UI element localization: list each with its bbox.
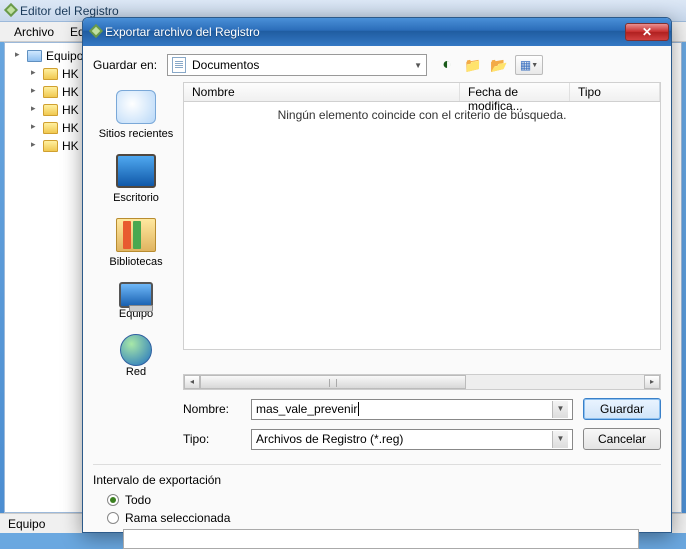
- radio-all[interactable]: Todo: [107, 493, 661, 507]
- libraries-icon: [116, 218, 156, 252]
- savein-combo[interactable]: Documentos ▼: [167, 54, 427, 76]
- list-body[interactable]: Ningún elemento coincide con el criterio…: [183, 102, 661, 350]
- savein-value: Documentos: [192, 58, 259, 72]
- folder-icon: [43, 68, 58, 80]
- documents-icon: [172, 57, 186, 73]
- branch-path-input[interactable]: [123, 529, 639, 549]
- list-header: Nombre Fecha de modifica... Tipo: [183, 82, 661, 102]
- filename-label: Nombre:: [183, 402, 251, 416]
- place-label: Sitios recientes: [93, 128, 179, 140]
- tree-item-label: HK: [62, 85, 79, 99]
- desktop-icon: [116, 154, 156, 188]
- dropdown-arrow-icon[interactable]: ▼: [414, 61, 422, 70]
- recent-sites-icon: [116, 90, 156, 124]
- back-button[interactable]: ◐: [437, 55, 457, 75]
- save-button[interactable]: Guardar: [583, 398, 661, 420]
- new-folder-button[interactable]: 📂: [489, 55, 509, 75]
- filetype-label: Tipo:: [183, 432, 251, 446]
- radio-all-label: Todo: [125, 493, 151, 507]
- tree-item-label: HK: [62, 139, 79, 153]
- col-header-date[interactable]: Fecha de modifica...: [460, 83, 570, 101]
- dialog-titlebar[interactable]: Exportar archivo del Registro ✕: [83, 18, 671, 46]
- cancel-button[interactable]: Cancelar: [583, 428, 661, 450]
- tree-root-label: Equipo: [46, 49, 83, 63]
- empty-message: Ningún elemento coincide con el criterio…: [278, 108, 567, 122]
- radio-icon[interactable]: [107, 494, 119, 506]
- col-header-name[interactable]: Nombre: [184, 83, 460, 101]
- regedit-icon: [4, 3, 20, 19]
- dropdown-arrow-icon[interactable]: ▼: [552, 401, 568, 418]
- filetype-value: Archivos de Registro (*.reg): [256, 432, 403, 446]
- export-range-label: Intervalo de exportación: [93, 473, 661, 487]
- chevron-right-icon[interactable]: [31, 123, 41, 133]
- col-header-type[interactable]: Tipo: [570, 83, 660, 101]
- tree-item-label: HK: [62, 67, 79, 81]
- menu-file[interactable]: Archivo: [6, 22, 62, 42]
- radio-branch-label: Rama seleccionada: [125, 511, 230, 525]
- filename-input[interactable]: mas_vale_prevenir ▼: [251, 399, 573, 420]
- filename-value: mas_vale_prevenir: [256, 402, 359, 416]
- folder-up-icon: 📁: [464, 57, 481, 74]
- place-computer[interactable]: Equipo: [93, 282, 179, 320]
- scroll-thumb[interactable]: [200, 375, 466, 389]
- place-label: Escritorio: [93, 192, 179, 204]
- place-label: Bibliotecas: [93, 256, 179, 268]
- export-dialog: Exportar archivo del Registro ✕ Guardar …: [82, 17, 672, 533]
- place-recent[interactable]: Sitios recientes: [93, 90, 179, 140]
- computer-icon: [119, 282, 153, 308]
- folder-icon: [43, 104, 58, 116]
- regedit-icon: [89, 24, 105, 40]
- folder-icon: [43, 140, 58, 152]
- folder-icon: [43, 86, 58, 98]
- file-list: Nombre Fecha de modifica... Tipo Ningún …: [183, 82, 661, 370]
- new-folder-icon: 📂: [490, 57, 507, 74]
- place-libraries[interactable]: Bibliotecas: [93, 218, 179, 268]
- savein-label: Guardar en:: [93, 58, 167, 72]
- back-icon: ◐: [442, 56, 452, 74]
- close-icon: ✕: [642, 25, 652, 39]
- scroll-left-button[interactable]: ◂: [184, 375, 200, 389]
- up-button[interactable]: 📁: [463, 55, 483, 75]
- radio-branch[interactable]: Rama seleccionada: [107, 511, 661, 525]
- grip-icon: [329, 379, 337, 387]
- dialog-body: Guardar en: Documentos ▼ ◐ 📁 📂 ▦▼ Sitios…: [83, 46, 671, 532]
- chevron-right-icon[interactable]: [31, 105, 41, 115]
- filetype-combo[interactable]: Archivos de Registro (*.reg) ▼: [251, 429, 573, 450]
- chevron-down-icon[interactable]: [15, 51, 25, 61]
- chevron-right-icon[interactable]: [31, 69, 41, 79]
- radio-icon[interactable]: [107, 512, 119, 524]
- tree-item-label: HK: [62, 121, 79, 135]
- dialog-title: Exportar archivo del Registro: [105, 25, 625, 39]
- horizontal-scrollbar[interactable]: ◂ ▸: [183, 374, 661, 390]
- places-bar: Sitios recientes Escritorio Bibliotecas …: [93, 82, 179, 370]
- views-icon: ▦: [520, 58, 531, 72]
- close-button[interactable]: ✕: [625, 23, 669, 41]
- views-button[interactable]: ▦▼: [515, 55, 543, 75]
- scroll-track[interactable]: [200, 375, 644, 389]
- tree-item-label: HK: [62, 103, 79, 117]
- dropdown-arrow-icon[interactable]: ▼: [552, 431, 568, 448]
- place-label: Red: [93, 366, 179, 378]
- folder-icon: [43, 122, 58, 134]
- scroll-right-button[interactable]: ▸: [644, 375, 660, 389]
- statusbar-text: Equipo: [8, 517, 45, 531]
- dialog-toolbar: ◐ 📁 📂 ▦▼: [437, 55, 543, 75]
- chevron-right-icon[interactable]: [31, 87, 41, 97]
- separator: [93, 464, 661, 465]
- place-desktop[interactable]: Escritorio: [93, 154, 179, 204]
- dropdown-arrow-icon: ▼: [531, 62, 538, 69]
- place-network[interactable]: Red: [93, 334, 179, 378]
- chevron-right-icon[interactable]: [31, 141, 41, 151]
- computer-icon: [27, 50, 42, 62]
- parent-title: Editor del Registro: [20, 4, 119, 18]
- network-icon: [120, 334, 152, 366]
